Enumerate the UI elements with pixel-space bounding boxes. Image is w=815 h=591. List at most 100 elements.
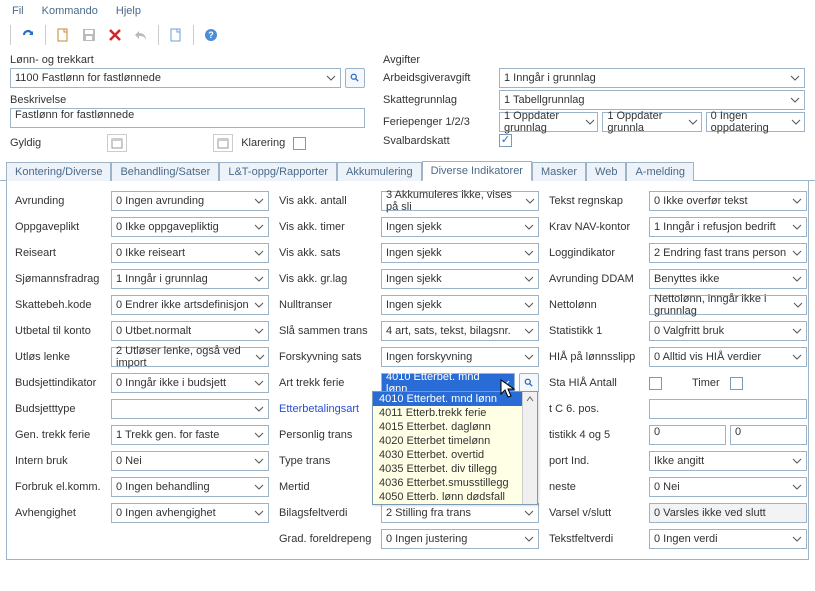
skattegrunnlag-label: Skattegrunnlag [383,94,491,106]
tekst-regnskap-combo[interactable]: 0 Ikke overfør tekst [649,191,807,211]
budsjettindikator-label: Budsjettindikator [15,377,101,389]
tool-undo-icon[interactable] [130,24,152,46]
tab-amelding[interactable]: A-melding [626,162,694,181]
slasammen-combo[interactable]: 4 art, sats, tekst, bilagsnr. [381,321,539,341]
tekstfeltverdi-combo[interactable]: 0 Ingen verdi [649,529,807,549]
lonn-search-button[interactable] [345,68,365,88]
reiseart-label: Reiseart [15,247,101,259]
gyldig-to-date[interactable] [213,134,233,152]
tool-save-icon[interactable] [78,24,100,46]
tab-akkumulering[interactable]: Akkumulering [337,162,422,181]
bilagsfeltverdi-combo[interactable]: 2 Stilling fra trans [381,503,539,523]
tabstrip: Kontering/Diverse Behandling/Satser L&T-… [0,160,815,181]
beskrivelse-label: Beskrivelse [10,94,365,106]
avrunding-label: Avrunding [15,195,101,207]
klarering-checkbox[interactable] [293,137,306,150]
nettolonn-combo[interactable]: Nettolønn, inngår ikke i grunnlag [649,295,807,315]
avhengighet-combo[interactable]: 0 Ingen avhengighet [111,503,269,523]
type-trans-label: Type trans [279,455,371,467]
menu-fil[interactable]: Fil [12,5,24,17]
sjomannsfradrag-combo[interactable]: 1 Inngår i grunnlag [111,269,269,289]
dropdown-option[interactable]: 4036 Etterbet.smusstillegg [373,476,522,490]
utbetal-combo[interactable]: 0 Utbet.normalt [111,321,269,341]
art-trekk-ferie-label: Art trekk ferie [279,377,371,389]
krav-nav-combo[interactable]: 1 Inngår i refusjon bedrift [649,217,807,237]
dropdown-option[interactable]: 4020 Etterbet timelønn [373,434,522,448]
avrunding-ddam-label: Avrunding DDAM [549,273,639,285]
c6pos-input[interactable] [649,399,807,419]
forbruk-elkomm-combo[interactable]: 0 Ingen behandling [111,477,269,497]
avrunding-ddam-combo[interactable]: Benyttes ikke [649,269,807,289]
tool-refresh-icon[interactable] [17,24,39,46]
varsel-vslutt-combo[interactable]: 0 Varsles ikke ved slutt [649,503,807,523]
nulltranser-combo[interactable]: Ingen sjekk [381,295,539,315]
dropdown-scrollbar[interactable] [522,392,537,504]
feriepenger3-combo[interactable]: 0 Ingen oppdatering [706,112,805,132]
port-ind-combo[interactable]: Ikke angitt [649,451,807,471]
budsjetttype-combo[interactable] [111,399,269,419]
dropdown-option[interactable]: 4050 Etterb. lønn dødsfall [373,490,522,504]
budsjettindikator-combo[interactable]: 0 Inngår ikke i budsjett [111,373,269,393]
feriepenger2-combo[interactable]: 1 Oppdater grunnla [602,112,701,132]
intern-bruk-combo[interactable]: 0 Nei [111,451,269,471]
dropdown-option[interactable]: 4015 Etterbet. daglønn [373,420,522,434]
tab-masker[interactable]: Masker [532,162,586,181]
utlos-lenke-combo[interactable]: 2 Utløser lenke, også ved import [111,347,269,367]
grad-foreldrepeng-combo[interactable]: 0 Ingen justering [381,529,539,549]
visakk-grlag-combo[interactable]: Ingen sjekk [381,269,539,289]
menu-kommando[interactable]: Kommando [42,5,98,17]
forskyvning-combo[interactable]: Ingen forskyvning [381,347,539,367]
dropdown-option[interactable]: 4011 Etterb.trekk ferie [373,406,522,420]
neste-combo[interactable]: 0 Nei [649,477,807,497]
tab-web[interactable]: Web [586,162,626,181]
tool-delete-icon[interactable] [104,24,126,46]
gentrekk-ferie-combo[interactable]: 1 Trekk gen. for faste [111,425,269,445]
neste-label: neste [549,481,639,493]
statistikk5-input[interactable]: 0 [730,425,807,445]
klarering-label: Klarering [241,137,285,149]
statistikk1-combo[interactable]: 0 Valgfritt bruk [649,321,807,341]
tab-behandling[interactable]: Behandling/Satser [111,162,219,181]
beskrivelse-input[interactable]: Fastlønn for fastlønnede [10,108,365,128]
art-trekk-search-button[interactable] [519,373,539,393]
tool-help-icon[interactable]: ? [200,24,222,46]
dropdown-option[interactable]: 4030 Etterbet. overtid [373,448,522,462]
chevron-down-icon [324,71,338,85]
sta-hia-antall-checkbox[interactable] [649,377,662,390]
tool-new-icon[interactable] [52,24,74,46]
varsel-vslutt-label: Varsel v/slutt [549,507,639,519]
skattebeh-combo[interactable]: 0 Endrer ikke artsdefinisjon [111,295,269,315]
art-trekk-ferie-dropdown[interactable]: 4010 Etterbet. mnd lønn 4011 Etterb.trek… [372,391,538,505]
loggindikator-combo[interactable]: 2 Endring fast trans person [649,243,807,263]
visakk-sats-label: Vis akk. sats [279,247,371,259]
lonn-trekkart-combo[interactable]: 1100 Fastlønn for fastlønnede [10,68,341,88]
tab-kontering[interactable]: Kontering/Diverse [6,162,111,181]
avgifter-title: Avgifter [383,54,805,66]
reiseart-combo[interactable]: 0 Ikke reiseart [111,243,269,263]
visakk-grlag-label: Vis akk. gr.lag [279,273,371,285]
feriepenger1-combo[interactable]: 1 Oppdater grunnlag [499,112,598,132]
art-trekk-ferie-combo[interactable]: 4010 Etterbet. mnd lønn [381,373,515,393]
menu-hjelp[interactable]: Hjelp [116,5,141,17]
personlig-trans-label: Personlig trans [279,429,371,441]
tab-ltoppg[interactable]: L&T-oppg/Rapporter [219,162,337,181]
gyldig-label: Gyldig [10,137,41,149]
svalbardskatt-checkbox[interactable] [499,134,512,147]
dropdown-option[interactable]: 4035 Etterbet. div tillegg [373,462,522,476]
svalbardskatt-label: Svalbardskatt [383,135,491,147]
visakk-antall-combo[interactable]: 3 Akkumuleres ikke, vises på sli [381,191,539,211]
tool-page-icon[interactable] [165,24,187,46]
visakk-sats-combo[interactable]: Ingen sjekk [381,243,539,263]
hia-lonnsslipp-combo[interactable]: 0 Alltid vis HIÅ verdier [649,347,807,367]
tab-diverse-indikatorer[interactable]: Diverse Indikatorer [422,161,532,181]
statistikk4-input[interactable]: 0 [649,425,726,445]
etterbetalingsart-label[interactable]: Etterbetalingsart [279,403,371,415]
avrunding-combo[interactable]: 0 Ingen avrunding [111,191,269,211]
arbeidsgiveravgift-combo[interactable]: 1 Inngår i grunnlag [499,68,805,88]
oppgaveplikt-combo[interactable]: 0 Ikke oppgavepliktig [111,217,269,237]
gyldig-from-date[interactable] [107,134,127,152]
dropdown-option[interactable]: 4010 Etterbet. mnd lønn [373,392,522,406]
timer-checkbox[interactable] [730,377,743,390]
skattegrunnlag-combo[interactable]: 1 Tabellgrunnlag [499,90,805,110]
visakk-timer-combo[interactable]: Ingen sjekk [381,217,539,237]
